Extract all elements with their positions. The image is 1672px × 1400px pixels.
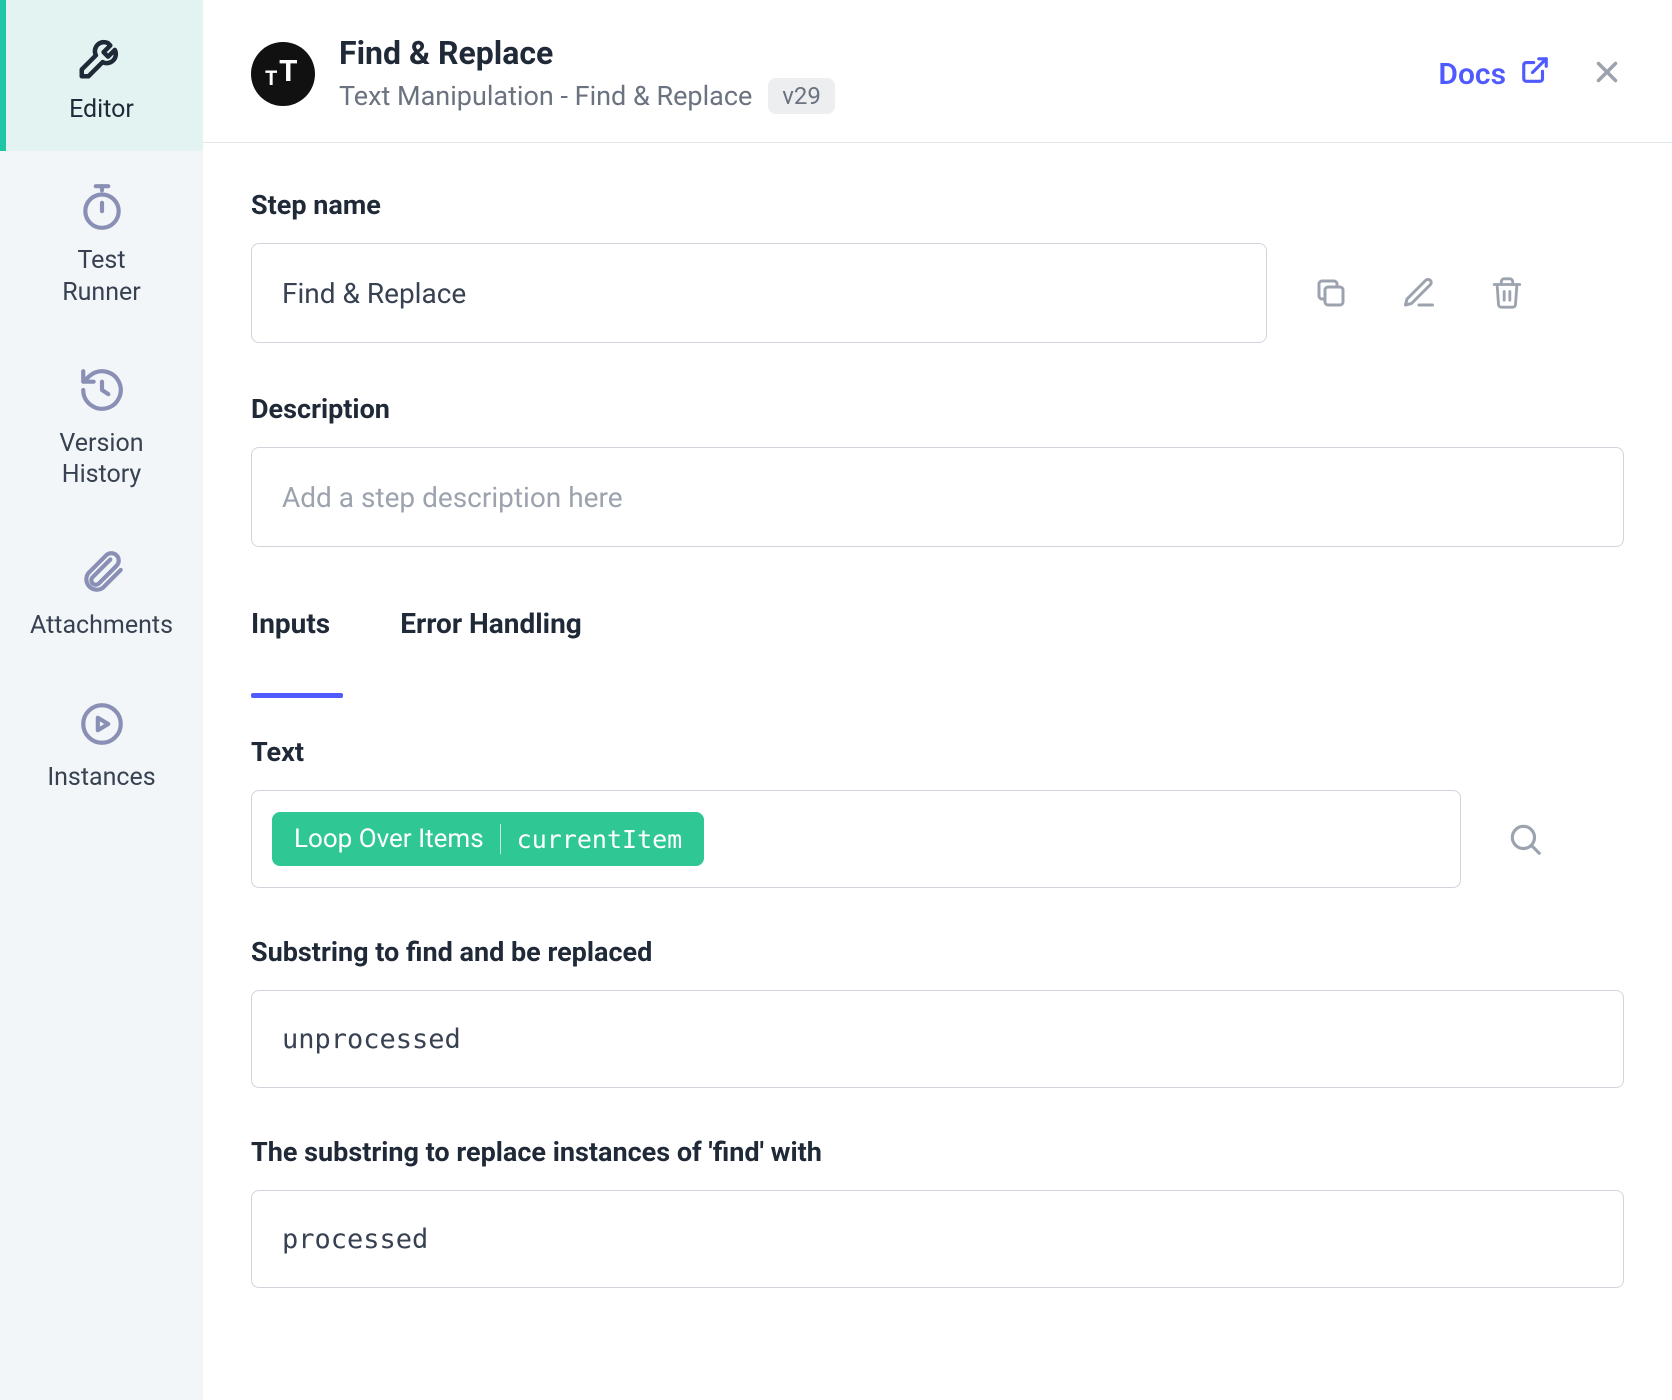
sidebar-item-instances[interactable]: Instances: [0, 668, 203, 819]
tab-inputs[interactable]: Inputs: [251, 607, 330, 658]
token-path: currentItem: [517, 825, 683, 854]
replace-value: processed: [282, 1224, 428, 1255]
app-icon: TT: [251, 42, 315, 106]
text-field-label: Text: [251, 736, 1624, 768]
token-separator: [500, 824, 501, 854]
sidebar: Editor Test Runner Version History Attac…: [0, 0, 203, 1400]
stopwatch-icon: [74, 179, 130, 235]
docs-link[interactable]: Docs: [1438, 55, 1550, 93]
search-button[interactable]: [1501, 815, 1549, 863]
tab-error-handling[interactable]: Error Handling: [400, 607, 582, 658]
sidebar-item-label: Attachments: [30, 610, 173, 641]
header: TT Find & Replace Text Manipulation - Fi…: [203, 0, 1672, 143]
delete-button[interactable]: [1483, 269, 1531, 317]
paperclip-icon: [74, 544, 130, 600]
sidebar-item-version-history[interactable]: Version History: [0, 334, 203, 517]
external-link-icon: [1520, 55, 1550, 93]
step-name-input[interactable]: Find & Replace: [251, 243, 1267, 343]
find-label: Substring to find and be replaced: [251, 936, 1624, 968]
sidebar-item-label: Editor: [69, 94, 134, 125]
token-pill[interactable]: Loop Over Items currentItem: [272, 812, 704, 866]
description-input[interactable]: Add a step description here: [251, 447, 1624, 547]
play-circle-icon: [74, 696, 130, 752]
header-titles: Find & Replace Text Manipulation - Find …: [339, 34, 1438, 114]
sidebar-item-test-runner[interactable]: Test Runner: [0, 151, 203, 334]
close-button[interactable]: [1590, 55, 1624, 93]
sidebar-item-label: Version History: [59, 428, 143, 491]
page-title: Find & Replace: [339, 34, 1438, 72]
sidebar-item-attachments[interactable]: Attachments: [0, 516, 203, 667]
version-badge: v29: [768, 78, 835, 114]
copy-button[interactable]: [1307, 269, 1355, 317]
docs-label: Docs: [1438, 57, 1506, 92]
sidebar-item-label: Instances: [47, 762, 155, 793]
text-input[interactable]: Loop Over Items currentItem: [251, 790, 1461, 888]
wrench-icon: [74, 28, 130, 84]
sidebar-item-label: Test Runner: [62, 245, 141, 308]
sidebar-item-editor[interactable]: Editor: [0, 0, 203, 151]
find-input[interactable]: unprocessed: [251, 990, 1624, 1088]
tabs: Inputs Error Handling: [251, 607, 1624, 658]
page-subtitle: Text Manipulation - Find & Replace: [339, 80, 752, 112]
step-name-value: Find & Replace: [282, 277, 466, 310]
replace-label: The substring to replace instances of 'f…: [251, 1136, 1624, 1168]
replace-input[interactable]: processed: [251, 1190, 1624, 1288]
history-icon: [74, 362, 130, 418]
description-placeholder: Add a step description here: [282, 481, 623, 514]
description-label: Description: [251, 393, 1624, 425]
find-value: unprocessed: [282, 1024, 461, 1055]
edit-button[interactable]: [1395, 269, 1443, 317]
main-panel: TT Find & Replace Text Manipulation - Fi…: [203, 0, 1672, 1400]
step-name-label: Step name: [251, 189, 1624, 221]
content: Step name Find & Replace Desc: [203, 143, 1672, 1288]
token-source: Loop Over Items: [294, 824, 484, 854]
